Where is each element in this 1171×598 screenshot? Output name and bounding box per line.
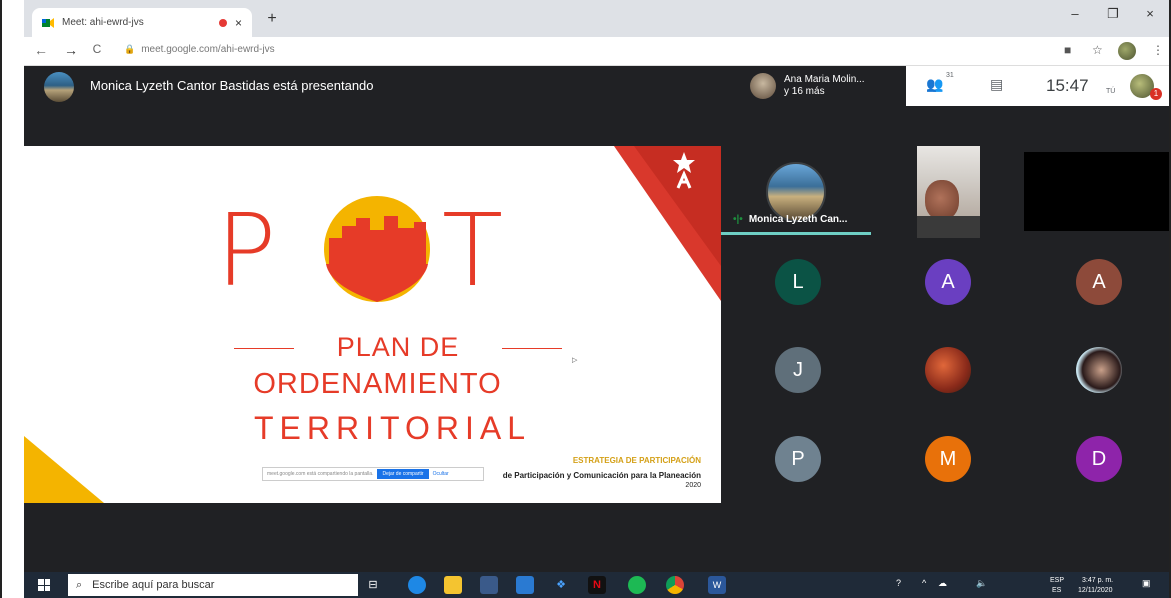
chat-icon[interactable]: ▤ [990,76,1003,93]
url-field[interactable]: 🔒 meet.google.com/ahi-ewrd-jvs [124,44,275,55]
participant-bubble-j[interactable]: J [775,347,821,393]
forward-button[interactable]: → [62,42,80,58]
participant-bubble-a2[interactable]: A [1076,259,1122,305]
hide-share-bar-button[interactable]: Ocultar [433,471,449,477]
dropbox-icon[interactable]: ❖ [552,576,570,594]
taskbar-search[interactable]: ⌕ Escribe aquí para buscar [68,574,358,596]
meet-header: Monica Lyzeth Cantor Bastidas está prese… [24,66,1169,106]
presenter-avatar [44,72,74,102]
cloud-icon[interactable]: ☁ [938,578,947,589]
taskbar-date[interactable]: 12/11/2020 [1078,586,1113,595]
participant-photo-2[interactable] [1076,347,1122,393]
profile-avatar[interactable] [1118,42,1136,60]
tab-meet[interactable]: Meet: ahi-ewrd-jvs × [32,8,252,37]
meeting-clock: 15:47 [1046,76,1089,95]
mouse-cursor-icon: ▷ [572,357,578,364]
slide-decorations [24,146,721,503]
slide-line-2: ORDENAMIENTO [253,368,502,400]
recording-icon [218,18,227,27]
presenter-tile[interactable]: •|• Monica Lyzeth Can... [721,146,871,236]
video-tile[interactable] [917,146,980,238]
mail-icon[interactable] [516,576,534,594]
meet-top-toolbar: 👥 31 ▤ 15:47 TÚ 1 [906,66,1169,106]
reload-button[interactable]: C [88,42,106,56]
spotify-icon[interactable] [628,576,646,594]
taskbar-search-placeholder: Escribe aquí para buscar [92,579,215,591]
bookmark-star-icon[interactable]: ☆ [1092,43,1103,57]
tray-chevron-icon[interactable]: ^ [922,578,926,588]
minimize-button[interactable]: – [1060,6,1090,21]
notification-badge: 1 [1150,88,1162,100]
language-top[interactable]: ESP [1050,576,1064,585]
search-icon: ⌕ [76,578,83,591]
close-window-button[interactable]: × [1135,6,1165,21]
participant-video-body [917,216,980,238]
language-bottom[interactable]: ES [1052,586,1061,595]
presenter-tile-avatar [766,162,826,222]
slide-year: 2020 [685,482,701,489]
word-icon[interactable]: W [708,576,726,594]
slide-line-3: TERRITORIAL [254,410,531,446]
presented-slide: P T PLAN DE ORDENAMIENTO TERRITORIAL ▷ m… [24,146,721,503]
netflix-icon[interactable]: N [588,576,606,594]
slide-strategy: ESTRATEGIA DE PARTICIPACIÓN [572,456,701,465]
people-chip-more: y 16 más [784,86,825,97]
lock-icon: 🔒 [124,44,136,54]
people-chip-name: Ana Maria Molin... [784,74,865,85]
participant-bubble-d[interactable]: D [1076,436,1122,482]
people-icon[interactable]: 👥 [926,76,943,93]
active-speaker-bar [721,232,871,235]
speaking-indicator-icon: •|• [733,214,743,225]
tab-close-button[interactable]: × [235,16,242,30]
tab-title: Meet: ahi-ewrd-jvs [62,17,144,28]
participant-count: 31 [946,72,954,79]
meet-favicon-icon [42,17,54,28]
help-icon[interactable]: ? [896,578,901,588]
tab-strip: Meet: ahi-ewrd-jvs × + – ❐ × [24,0,1169,37]
camera-indicator-icon[interactable]: ■ [1064,43,1071,57]
participant-bubble-a1[interactable]: A [925,259,971,305]
store-icon[interactable] [480,576,498,594]
notifications-icon[interactable]: ▣ [1142,578,1151,589]
taskbar-time[interactable]: 3:47 p. m. [1082,576,1113,585]
task-view-icon[interactable]: ⊟ [364,576,382,594]
people-avatar [750,73,776,99]
slide-subtitle: de Participación y Comunicación para la … [502,471,701,480]
chrome-icon[interactable] [666,576,684,594]
blank-video-tile[interactable] [1024,152,1169,231]
back-button[interactable]: ← [32,42,50,58]
slide-line-1: PLAN DE [234,332,562,363]
volume-icon[interactable]: 🔈 [976,578,987,589]
windows-start-icon[interactable] [38,579,50,591]
chrome-menu-button[interactable]: ⋮ [1152,43,1164,57]
edge-icon[interactable] [408,576,426,594]
meet-call-area: Monica Lyzeth Cantor Bastidas está prese… [24,66,1169,572]
participant-photo-1[interactable] [925,347,971,393]
pot-letter-t: T [442,192,504,309]
windows-taskbar: ⌕ Escribe aquí para buscar ⊟ ❖ N W ? ^ ☁… [24,572,1169,598]
new-tab-button[interactable]: + [262,9,282,29]
presenter-tile-name: Monica Lyzeth Can... [748,214,848,225]
url-text: meet.google.com/ahi-ewrd-jvs [141,44,275,55]
people-chip[interactable]: Ana Maria Molin... y 16 más [750,68,906,104]
presenting-label: Monica Lyzeth Cantor Bastidas está prese… [90,78,374,93]
participant-video-face [925,180,959,220]
participant-bubble-m[interactable]: M [925,436,971,482]
screen: Meet: ahi-ewrd-jvs × + – ❐ × ← → C 🔒 mee… [0,0,1171,598]
self-label: TÚ [1106,88,1116,95]
share-bar-text: meet.google.com está compartiendo la pan… [267,471,374,477]
stop-sharing-button[interactable]: Dejar de compartir [377,469,429,479]
pot-letter-p: P [216,192,277,309]
address-bar: ← → C 🔒 meet.google.com/ahi-ewrd-jvs ■ ☆… [24,37,1169,66]
screen-share-bar: meet.google.com está compartiendo la pan… [262,467,484,481]
restore-button[interactable]: ❐ [1098,6,1128,22]
participant-bubble-p[interactable]: P [775,436,821,482]
participant-bubble-l[interactable]: L [775,259,821,305]
file-explorer-icon[interactable] [444,576,462,594]
